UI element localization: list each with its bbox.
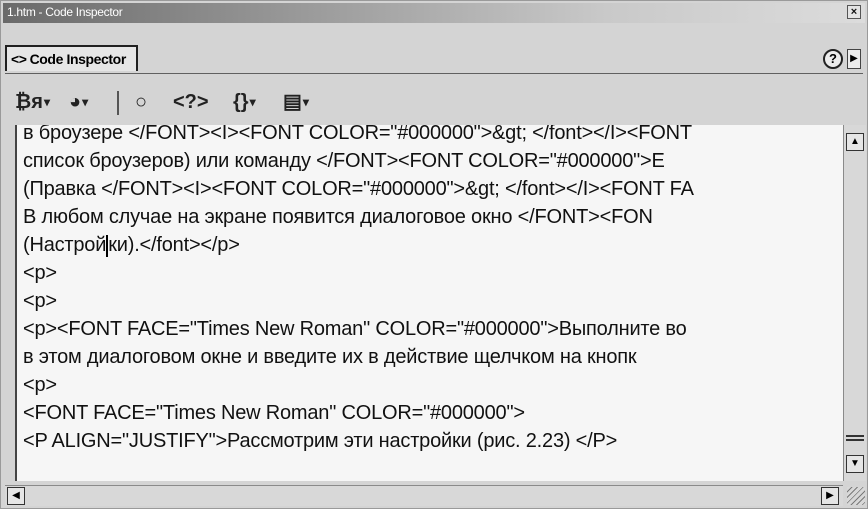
chevron-down-icon: ▾	[302, 95, 309, 109]
preview-in-browser-icon[interactable]: ◕▾	[69, 89, 88, 115]
code-inspector-icon: <>	[11, 51, 27, 67]
code-line: <p><FONT FACE="Times New Roman" COLOR="#…	[23, 318, 687, 340]
code-line: <FONT FACE="Times New Roman" COLOR="#000…	[23, 402, 525, 424]
refresh-icon[interactable]: ○	[135, 89, 147, 115]
resize-grip-icon[interactable]	[847, 487, 865, 505]
horizontal-scrollbar[interactable]: ◀ ▶	[5, 485, 843, 506]
code-text: ки).</font></p>	[108, 234, 240, 256]
help-icon[interactable]: ?	[823, 49, 843, 69]
close-icon[interactable]: ×	[847, 5, 861, 19]
scroll-down-icon[interactable]: ▼	[846, 455, 864, 473]
tab-label: Code Inspector	[29, 51, 127, 67]
chevron-down-icon: ▾	[249, 95, 256, 109]
scroll-left-icon[interactable]: ◀	[7, 487, 25, 505]
vertical-scrollbar[interactable]: ▲ ▼	[843, 125, 866, 481]
code-line: (Настрой ки).</font></p>	[23, 231, 240, 259]
code-line: <p>	[23, 374, 57, 396]
chevron-down-icon: ▾	[82, 95, 89, 109]
options-menu-icon[interactable]: ▶	[847, 49, 861, 69]
code-line: <P ALIGN="JUSTIFY">Рассмотрим эти настро…	[23, 430, 618, 452]
code-line: в броузере </FONT><I><FONT COLOR="#00000…	[23, 125, 692, 144]
tab-code-inspector[interactable]: <> Code Inspector	[5, 45, 138, 71]
code-text: (Настрой	[23, 234, 107, 256]
code-brackets-icon[interactable]: {}▾	[233, 89, 256, 115]
window-title: 1.htm - Code Inspector	[7, 5, 123, 19]
panel-tab-strip: <> Code Inspector ? ▶	[5, 45, 863, 74]
code-line: <p>	[23, 262, 57, 284]
view-options-icon[interactable]: ▤▾	[283, 89, 309, 115]
code-inspector-window: 1.htm - Code Inspector × <> Code Inspecto…	[0, 0, 868, 509]
code-line: список броузеров) или команду </FONT><FO…	[23, 150, 665, 172]
title-bar[interactable]: 1.htm - Code Inspector ×	[3, 3, 865, 23]
code-line: <p>	[23, 290, 57, 312]
scroll-right-icon[interactable]: ▶	[821, 487, 839, 505]
chevron-down-icon: ▾	[43, 95, 50, 109]
code-line: в этом диалоговом окне и введите их в де…	[23, 346, 637, 368]
scroll-up-icon[interactable]: ▲	[846, 133, 864, 151]
toolbar-divider	[117, 91, 119, 115]
inspector-toolbar: ₿ᴙ▾ ◕▾ ○ <?> {}▾ ▤▾	[11, 85, 861, 121]
code-line: В любом случае на экране появится диалог…	[23, 206, 653, 228]
file-management-icon[interactable]: ₿ᴙ▾	[15, 89, 50, 115]
code-editor[interactable]: в броузере </FONT><I><FONT COLOR="#00000…	[15, 125, 845, 481]
code-line: (Правка </FONT><I><FONT COLOR="#000000">…	[23, 178, 694, 200]
code-navigation-icon[interactable]: <?>	[173, 89, 209, 115]
split-handle[interactable]	[846, 435, 864, 441]
